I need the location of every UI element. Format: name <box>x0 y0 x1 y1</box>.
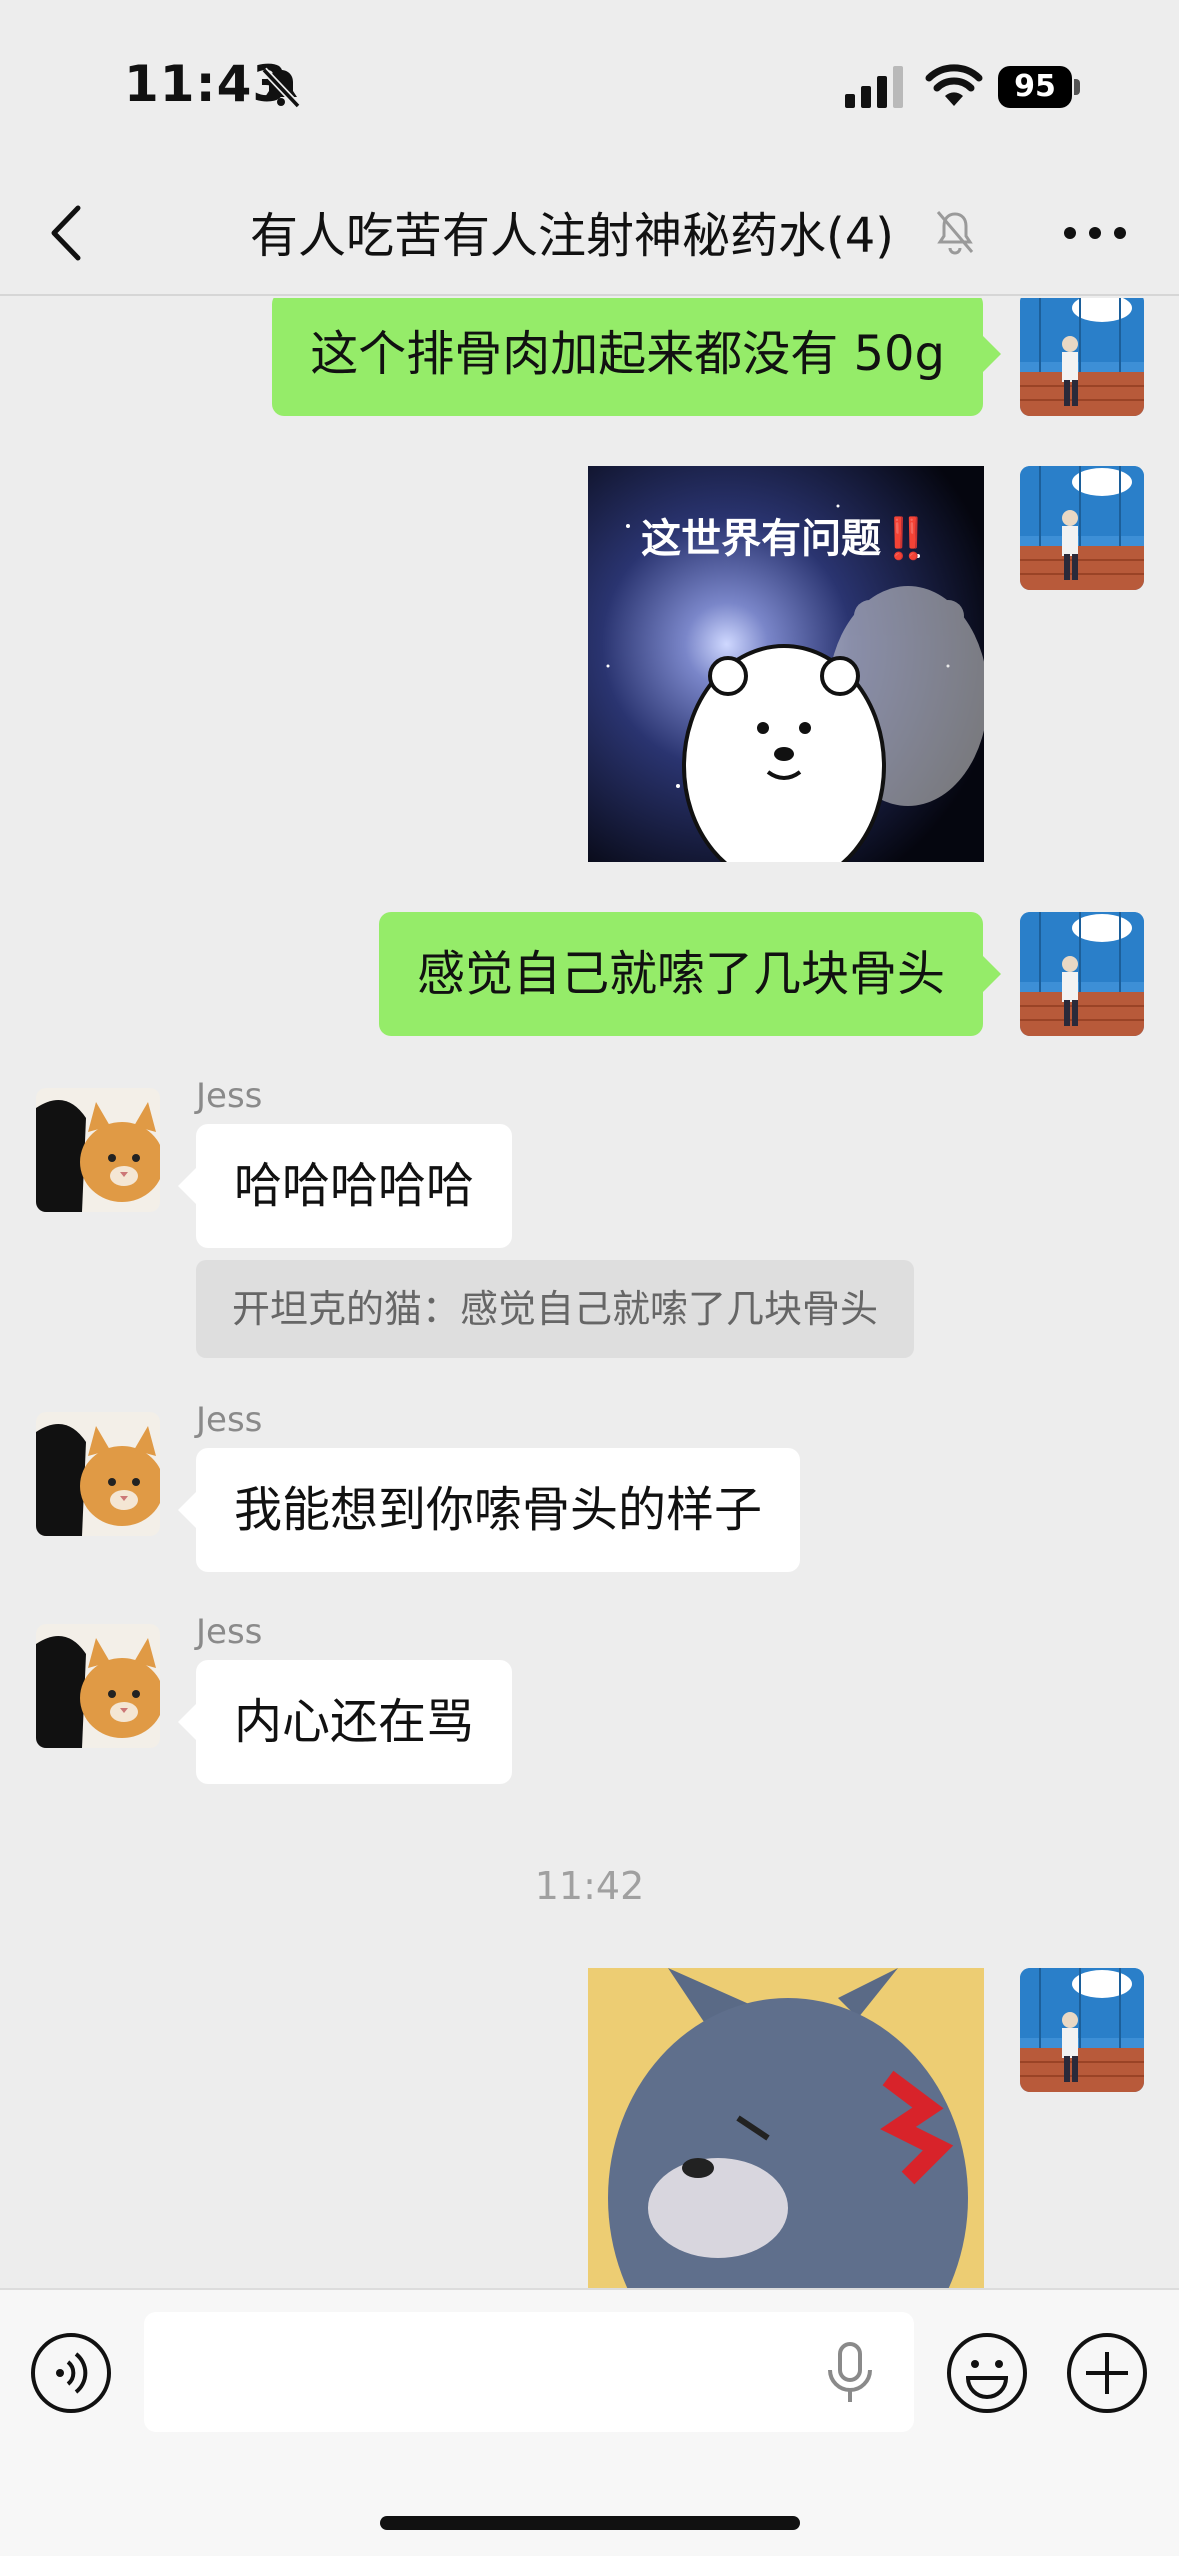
jess-avatar[interactable] <box>36 1088 160 1212</box>
plus-icon[interactable] <box>1066 2332 1148 2414</box>
sender-name: Jess <box>196 1400 263 1440</box>
status-bar: 11:43 95 <box>0 0 1179 170</box>
message-timestamp: 11:42 <box>534 1864 645 1908</box>
home-indicator <box>380 2516 800 2530</box>
message-text: 哈哈哈哈哈 <box>234 1158 475 1214</box>
chat-title: 有人吃苦有人注射神秘药水(4) <box>250 208 894 264</box>
message-list[interactable]: 这个排骨肉加起来都没有 50g 这世界有问题‼️ 感觉自己就嗦了几块骨头 Jes… <box>0 298 1179 2288</box>
battery-indicator: 95 <box>998 66 1082 108</box>
bell-off-icon <box>261 67 301 109</box>
voice-mode-icon[interactable] <box>30 2332 112 2414</box>
sticker-message[interactable] <box>588 1968 984 2288</box>
my-avatar[interactable] <box>1020 912 1144 1036</box>
back-arrow-icon[interactable] <box>40 198 96 268</box>
sender-name: Jess <box>196 1612 263 1652</box>
message-bubble-sent[interactable]: 感觉自己就嗦了几块骨头 <box>378 912 1002 1036</box>
sticker-caption: 这世界有问题‼️ <box>641 516 931 562</box>
message-bubble-sent[interactable]: 这个排骨肉加起来都没有 50g <box>272 298 1001 416</box>
message-text: 内心还在骂 <box>234 1694 475 1750</box>
muted-bell-icon <box>936 211 974 255</box>
sender-name: Jess <box>196 1076 263 1116</box>
message-bubble-received[interactable]: 哈哈哈哈哈 <box>177 1124 513 1248</box>
message-text: 这个排骨肉加起来都没有 50g <box>310 326 945 382</box>
message-text: 感觉自己就嗦了几块骨头 <box>416 946 945 1002</box>
battery-tip <box>1074 79 1080 95</box>
cellular-signal-icon <box>845 66 903 108</box>
sticker-message[interactable]: 这世界有问题‼️ <box>588 466 984 862</box>
message-input-bar <box>0 2288 1179 2556</box>
emoji-icon[interactable] <box>946 2332 1028 2414</box>
battery-level: 95 <box>998 66 1072 108</box>
jess-avatar[interactable] <box>36 1624 160 1748</box>
quoted-message[interactable]: 开坦克的猫：感觉自己就嗦了几块骨头 <box>196 1260 915 1358</box>
my-avatar[interactable] <box>1020 298 1144 416</box>
my-avatar[interactable] <box>1020 466 1144 590</box>
message-bubble-received[interactable]: 内心还在骂 <box>177 1660 513 1784</box>
message-text-input[interactable] <box>144 2312 914 2432</box>
message-bubble-received[interactable]: 我能想到你嗦骨头的样子 <box>177 1448 801 1572</box>
chat-header: 有人吃苦有人注射神秘药水(4) <box>0 170 1179 296</box>
jess-avatar[interactable] <box>36 1412 160 1536</box>
my-avatar[interactable] <box>1020 1968 1144 2092</box>
more-options-icon[interactable] <box>1060 210 1130 256</box>
wifi-icon <box>925 64 983 106</box>
message-text: 我能想到你嗦骨头的样子 <box>234 1482 763 1538</box>
microphone-icon[interactable] <box>822 2340 878 2406</box>
